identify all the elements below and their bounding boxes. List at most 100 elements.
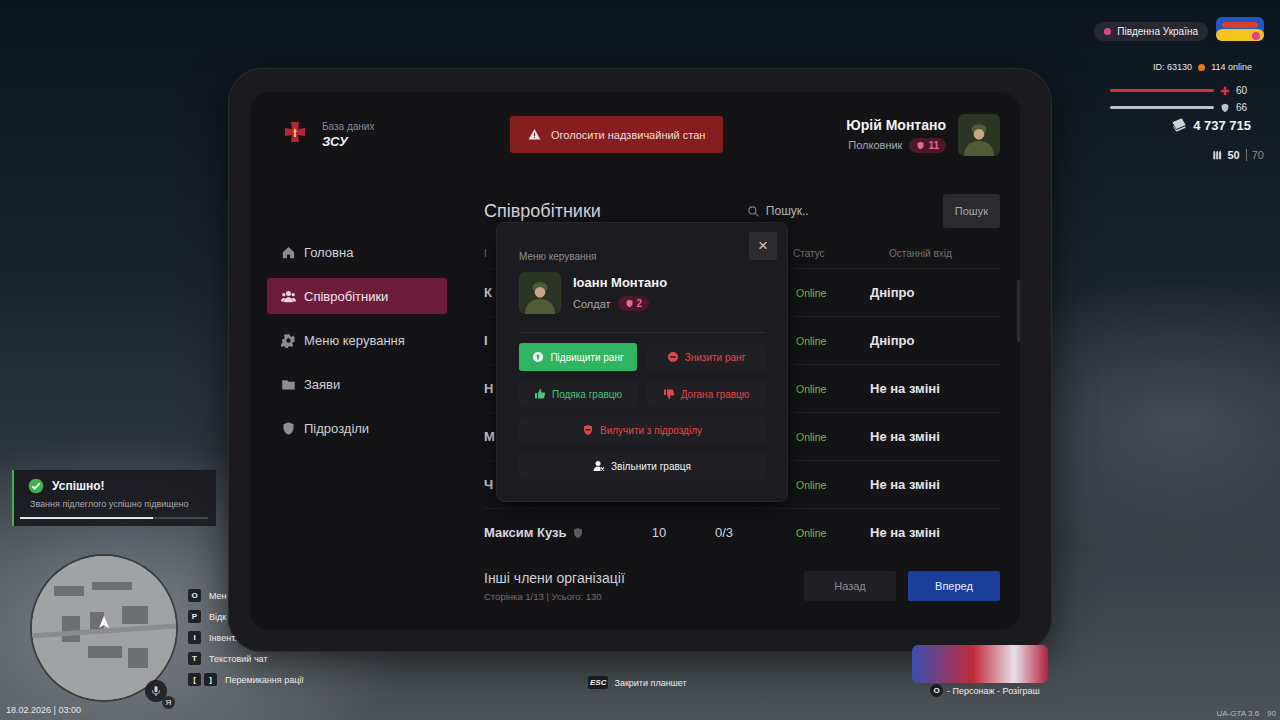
gear-icon: [281, 333, 296, 348]
sidebar-item[interactable]: Меню керування: [267, 322, 447, 358]
action-button[interactable]: Догана гравцю: [647, 381, 765, 407]
check-icon: [28, 478, 44, 494]
giveaway-banner[interactable]: [912, 645, 1048, 683]
ammo-clip: 50: [1228, 149, 1240, 161]
sidebar-label: Меню керування: [304, 333, 405, 348]
emergency-button[interactable]: Оголосити надзвичайний стан: [510, 116, 723, 153]
key-cap: [: [188, 673, 201, 686]
promo-label: - Персонаж - Розіграш: [947, 686, 1040, 696]
build-info: UA-GTA 3.6 90: [1217, 709, 1276, 718]
bar-fill: [1110, 106, 1214, 109]
minimap[interactable]: [32, 556, 176, 700]
member-warnings: 0/3: [715, 525, 733, 540]
key-cap: O: [930, 684, 943, 697]
next-button[interactable]: Вперед: [908, 571, 1000, 601]
table-row[interactable]: Максим Кузь100/3OnlineНе на зміні: [484, 508, 1000, 556]
modal-caption: Меню керування: [519, 251, 765, 262]
key-cap: P: [188, 610, 201, 623]
armor-bar: [1110, 106, 1214, 109]
key-label: Мен: [209, 591, 227, 601]
ammo-icon: [1212, 150, 1222, 160]
close-tablet-hint: ESCЗакрити планшет: [588, 676, 687, 689]
action-label: Подяка гравцю: [552, 389, 622, 400]
key-cap: ESC: [588, 676, 608, 689]
server-dot: [1104, 28, 1111, 35]
search-field: [747, 204, 937, 218]
action-label: Вилучити з підрозділу: [600, 425, 702, 436]
divider: [519, 332, 765, 333]
member-last-login: Не на зміні: [870, 525, 1000, 540]
action-button[interactable]: Звільнити гравця: [519, 453, 765, 479]
sidebar-item[interactable]: Головна: [267, 234, 447, 270]
search-button[interactable]: Пошук: [943, 194, 1000, 228]
sidebar-item[interactable]: Співробітники: [267, 278, 447, 314]
member-last-login: Не на зміні: [870, 381, 1000, 396]
action-grid: Підвищити ранг Знизити ранг Подяка гравцю Д…: [519, 343, 765, 479]
org-block: База данихЗСУ: [280, 118, 510, 152]
action-button[interactable]: Підвищити ранг: [519, 343, 637, 371]
sidebar: Головна Співробітники Меню керування Заяви П…: [267, 177, 447, 630]
toast-message: Звання підлеглого успішно підвищено: [30, 500, 208, 510]
sidebar-item[interactable]: Заяви: [267, 366, 447, 402]
key-label: Інвент.: [209, 633, 237, 643]
zsu-emblem-icon: [280, 118, 310, 152]
user-avatar: [958, 114, 1000, 156]
action-button[interactable]: Подяка гравцю: [519, 381, 637, 407]
user-name: Юрій Монтано: [846, 117, 946, 133]
member-last-login: Дніпро: [870, 333, 1000, 348]
shield-badge-icon: [572, 527, 584, 539]
voice-key: Я: [162, 696, 175, 709]
sidebar-item[interactable]: Підрозділи: [267, 410, 447, 446]
member-name: Н: [484, 381, 493, 396]
action-label: Знизити ранг: [685, 352, 746, 363]
scrollbar[interactable]: [1017, 280, 1020, 342]
success-toast: Успішно! Звання підлеглого успішно підвищ…: [12, 470, 216, 526]
member-last-login: Не на зміні: [870, 477, 1000, 492]
thumbs-down-icon: [663, 388, 675, 400]
giveaway-hint: O - Персонаж - Розіграш: [930, 684, 1040, 697]
tablet: База данихЗСУОголосити надзвичайний стан…: [228, 68, 1052, 652]
toast-title: Успішно!: [52, 479, 105, 493]
stat-value: 66: [1236, 102, 1252, 113]
shield-icon: [281, 421, 296, 436]
member-rank: 10: [652, 525, 666, 540]
player-name: Іоанн Монтано: [573, 275, 667, 290]
prev-button[interactable]: Назад: [804, 571, 896, 601]
sidebar-label: Співробітники: [304, 289, 388, 304]
money-icon: [1171, 117, 1187, 133]
player-id: ID: 63130: [1153, 62, 1192, 72]
search-input[interactable]: [766, 204, 906, 218]
table-footer: Інші члени організаціїСторінка 1/13 | Ус…: [484, 570, 1000, 602]
close-button[interactable]: ×: [749, 232, 777, 260]
sidebar-label: Підрозділи: [304, 421, 369, 436]
key-hint: IІнвент.: [188, 630, 304, 645]
action-label: Догана гравцю: [681, 389, 750, 400]
bar-fill: [1110, 89, 1214, 92]
control-modal: Меню керування× Іоанн Монтано Солдат 2 Підви…: [496, 222, 788, 502]
rank-level: 2: [637, 298, 643, 309]
key-hint: TТекстовий чат: [188, 651, 304, 666]
player-profile: Іоанн Монтано Солдат 2: [519, 272, 765, 314]
minus-circle-icon: [667, 351, 679, 363]
member-last-login: Дніпро: [870, 285, 1000, 300]
member-status: Online: [764, 527, 870, 539]
warning-icon: [528, 128, 541, 141]
fps: 90: [1267, 709, 1276, 718]
section-title: Співробітники: [484, 201, 741, 222]
armor-icon: [1220, 103, 1230, 113]
rank-badge: 11: [909, 138, 946, 153]
action-button[interactable]: Знизити ранг: [647, 343, 765, 371]
online-dot: [1198, 64, 1205, 71]
member-name: Ч: [484, 477, 493, 492]
player-rank: Солдат: [573, 298, 611, 310]
people-icon: [281, 289, 296, 304]
shield-icon: [916, 141, 925, 150]
action-button[interactable]: Вилучити з підрозділу: [519, 417, 765, 443]
shield-minus-icon: [582, 424, 594, 436]
ammo-reserve: 70: [1246, 149, 1264, 161]
sidebar-label: Заяви: [304, 377, 340, 392]
action-label: Підвищити ранг: [550, 352, 623, 363]
tablet-header: База данихЗСУОголосити надзвичайний стан…: [250, 92, 1020, 177]
version: UA-GTA 3.6: [1217, 709, 1260, 718]
key-hint: OМен: [188, 588, 304, 603]
